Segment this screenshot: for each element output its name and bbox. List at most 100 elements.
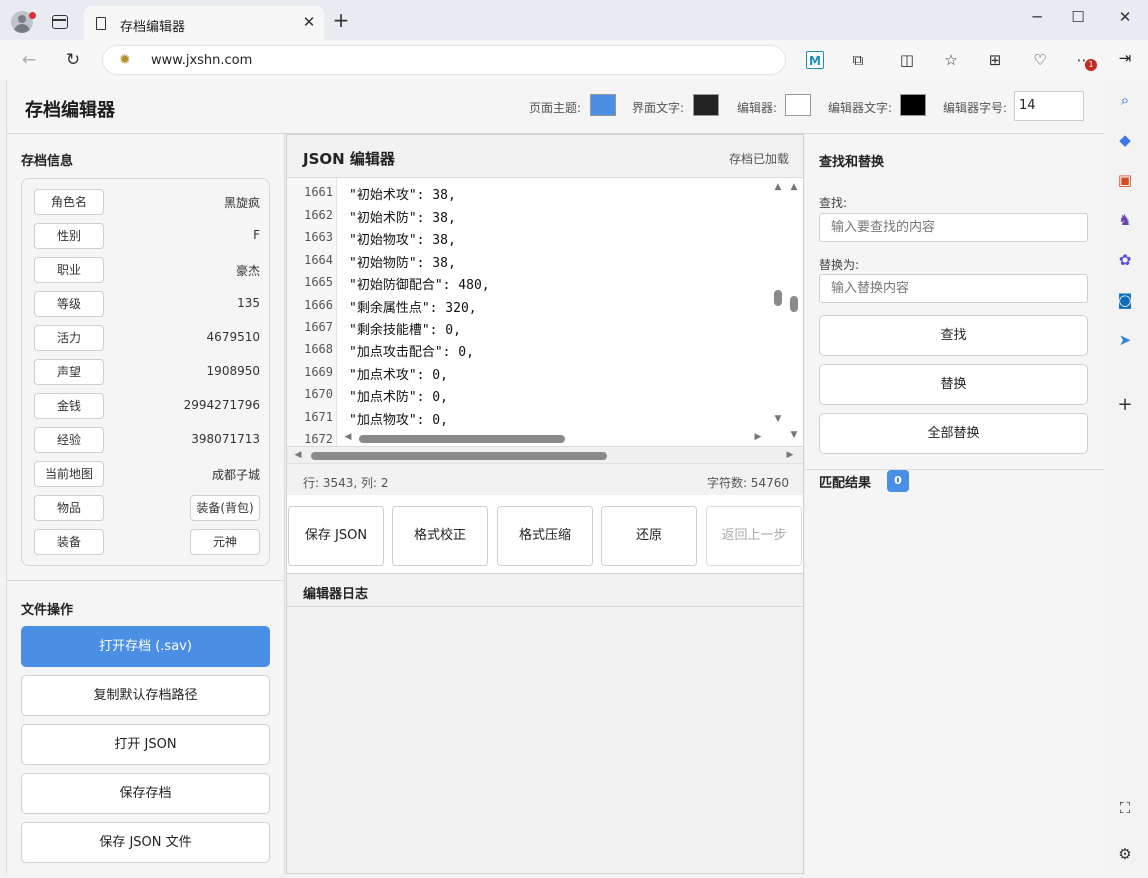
browser-essentials-heart-icon[interactable]: ♡ bbox=[1029, 49, 1051, 71]
inner-vertical-scrollbar[interactable]: ▲ ▼ bbox=[773, 182, 783, 428]
format-validate-button[interactable]: 格式校正 bbox=[392, 506, 488, 566]
copy-default-path-button[interactable]: 复制默认存档路径 bbox=[21, 675, 270, 716]
replace-input[interactable]: 输入替换内容 bbox=[819, 274, 1088, 303]
tools-briefcase-icon[interactable]: ▣ bbox=[1115, 170, 1135, 190]
scroll-right-arrow-icon[interactable]: ▶ bbox=[753, 432, 763, 442]
match-count-badge: 0 bbox=[887, 470, 909, 492]
replace-button[interactable]: 替换 bbox=[819, 364, 1088, 405]
ui-text-label: 界面文字: bbox=[632, 101, 685, 115]
tab-actions-icon[interactable] bbox=[52, 15, 68, 29]
games-chess-icon[interactable]: ♞ bbox=[1115, 210, 1135, 230]
send-icon[interactable]: ➤ bbox=[1115, 330, 1135, 350]
line-number: 1662 bbox=[304, 208, 333, 222]
info-key-class[interactable]: 职业 bbox=[34, 257, 104, 283]
back-icon[interactable]: ← bbox=[17, 48, 41, 72]
editor-bg-color-picker[interactable] bbox=[785, 94, 811, 116]
window-close-icon[interactable]: ✕ bbox=[1110, 6, 1140, 28]
info-key-vitality[interactable]: 活力 bbox=[34, 325, 104, 351]
editor-status-bar: 行: 3543, 列: 2 字符数: 54760 bbox=[287, 463, 803, 495]
editor-log-title: 编辑器日志 bbox=[303, 587, 369, 602]
save-json-button[interactable]: 保存 JSON bbox=[288, 506, 384, 566]
info-key-exp[interactable]: 经验 bbox=[34, 427, 104, 453]
minimize-icon[interactable]: ─ bbox=[1022, 6, 1052, 28]
info-key-name[interactable]: 角色名 bbox=[34, 189, 104, 215]
equip-key[interactable]: 装备 bbox=[34, 529, 104, 555]
save-archive-button[interactable]: 保存存档 bbox=[21, 773, 270, 814]
scroll-thumb[interactable] bbox=[359, 435, 565, 443]
page-icon bbox=[96, 17, 106, 30]
equipment-bag-button[interactable]: 装备(背包) bbox=[190, 495, 260, 521]
open-save-button[interactable]: 打开存档 (.sav) bbox=[21, 626, 270, 667]
inner-horizontal-scrollbar[interactable]: ◀ ▶ bbox=[343, 432, 763, 443]
extension-m-icon[interactable]: M bbox=[806, 51, 824, 69]
info-key-reputation[interactable]: 声望 bbox=[34, 359, 104, 385]
url-field[interactable]: ✹ www.jxshn.com bbox=[102, 45, 786, 75]
notification-badge: 1 bbox=[1085, 59, 1097, 71]
save-info-title: 存档信息 bbox=[21, 154, 74, 169]
format-minify-button[interactable]: 格式压缩 bbox=[497, 506, 593, 566]
line-number: 1672 bbox=[304, 432, 333, 446]
find-button[interactable]: 查找 bbox=[819, 315, 1088, 356]
maximize-icon[interactable]: ☐ bbox=[1063, 6, 1093, 28]
refresh-icon[interactable]: ↻ bbox=[61, 48, 85, 72]
info-key-level[interactable]: 等级 bbox=[34, 291, 104, 317]
char-count: 字符数: 54760 bbox=[706, 476, 789, 490]
search-icon[interactable]: ⌕ bbox=[1115, 90, 1135, 110]
split-screen-icon[interactable]: ◫ bbox=[896, 49, 918, 71]
info-val-class: 豪杰 bbox=[235, 264, 260, 278]
scroll-right-arrow-icon[interactable]: ▶ bbox=[785, 450, 795, 460]
info-key-map[interactable]: 当前地图 bbox=[34, 461, 104, 487]
code-line: "加点物攻": 0, bbox=[349, 413, 448, 428]
restore-button[interactable]: 还原 bbox=[601, 506, 697, 566]
line-number: 1667 bbox=[304, 320, 333, 334]
tab-title: 存档编辑器 bbox=[120, 20, 186, 35]
shopping-tag-icon[interactable]: ◆ bbox=[1115, 130, 1135, 150]
replace-all-button[interactable]: 全部替换 bbox=[819, 413, 1088, 454]
info-key-money[interactable]: 金钱 bbox=[34, 393, 104, 419]
add-sidebar-icon[interactable]: + bbox=[1115, 395, 1135, 415]
save-json-file-button[interactable]: 保存 JSON 文件 bbox=[21, 822, 270, 863]
divider bbox=[7, 580, 285, 581]
settings-gear-icon[interactable]: ⚙ bbox=[1115, 844, 1135, 864]
extensions-puzzle-icon[interactable]: ⧉ bbox=[847, 49, 869, 71]
undo-button[interactable]: 返回上一步 bbox=[706, 506, 802, 566]
match-results-title: 匹配结果 bbox=[819, 476, 872, 491]
scroll-down-arrow-icon[interactable]: ▼ bbox=[789, 430, 799, 440]
tab-close-icon[interactable]: ✕ bbox=[300, 13, 318, 31]
scroll-up-arrow-icon[interactable]: ▲ bbox=[789, 182, 799, 192]
scroll-down-arrow-icon[interactable]: ▼ bbox=[773, 414, 783, 424]
code-line: "加点攻击配合": 0, bbox=[349, 345, 474, 360]
info-key-gender[interactable]: 性别 bbox=[34, 223, 104, 249]
scroll-left-arrow-icon[interactable]: ◀ bbox=[293, 450, 303, 460]
find-replace-title: 查找和替换 bbox=[819, 155, 885, 170]
theme-color-picker[interactable] bbox=[590, 94, 616, 116]
font-size-label: 编辑器字号: bbox=[943, 101, 1008, 115]
code-line: "初始物攻": 38, bbox=[349, 233, 456, 248]
scroll-left-arrow-icon[interactable]: ◀ bbox=[343, 432, 353, 442]
new-tab-icon[interactable]: + bbox=[332, 10, 350, 30]
code-editor[interactable]: 1661 1662 1663 1664 1665 1666 1667 1668 … bbox=[287, 177, 803, 447]
items-key[interactable]: 物品 bbox=[34, 495, 104, 521]
scroll-thumb[interactable] bbox=[311, 452, 607, 460]
screenshot-icon[interactable]: ⛶ bbox=[1115, 798, 1135, 818]
browser-tab-active[interactable]: 存档编辑器 ✕ bbox=[84, 6, 324, 40]
scroll-thumb[interactable] bbox=[774, 290, 782, 306]
outer-vertical-scrollbar[interactable]: ▲ ▼ bbox=[789, 182, 799, 442]
favorites-star-icon[interactable]: ☆ bbox=[940, 49, 962, 71]
spirit-button[interactable]: 元神 bbox=[190, 529, 260, 555]
info-row-name: 角色名 黑旋疯 bbox=[34, 189, 260, 215]
ui-text-color-picker[interactable] bbox=[693, 94, 719, 116]
find-input[interactable]: 输入要查找的内容 bbox=[819, 213, 1088, 242]
collections-icon[interactable]: ⊞ bbox=[984, 49, 1006, 71]
scroll-thumb[interactable] bbox=[790, 296, 798, 312]
copilot-icon[interactable]: ✿ bbox=[1115, 250, 1135, 270]
scroll-up-arrow-icon[interactable]: ▲ bbox=[773, 182, 783, 192]
open-json-button[interactable]: 打开 JSON bbox=[21, 724, 270, 765]
outer-horizontal-scrollbar[interactable]: ◀ ▶ bbox=[287, 449, 803, 463]
line-number: 1669 bbox=[304, 365, 333, 379]
font-size-input[interactable]: 14 bbox=[1014, 91, 1084, 121]
editor-text-color-picker[interactable] bbox=[900, 94, 926, 116]
sidebar-toggle-icon[interactable]: ⇥ bbox=[1115, 48, 1135, 68]
site-favicon-icon: ✹ bbox=[119, 52, 131, 68]
outlook-icon[interactable]: ◙ bbox=[1115, 290, 1135, 310]
